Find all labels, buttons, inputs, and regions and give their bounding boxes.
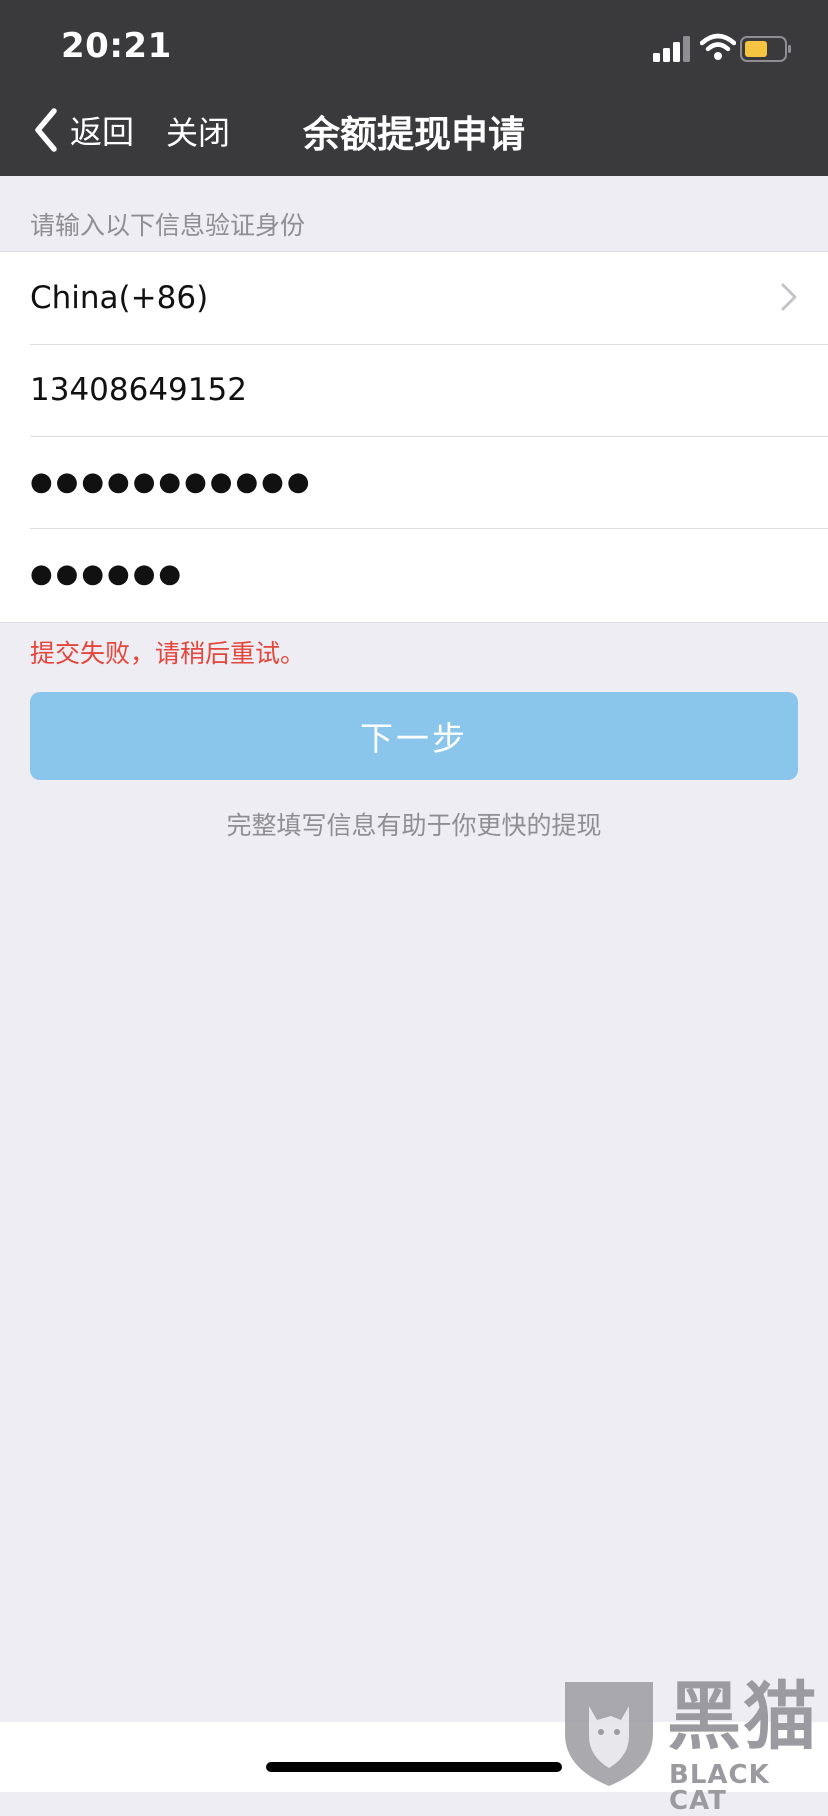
watermark-cn: 黑猫 (667, 1674, 819, 1760)
section-label: 请输入以下信息验证身份 (30, 211, 306, 240)
masked-value-2: ●●●●●● (30, 559, 185, 589)
home-indicator[interactable] (266, 1762, 562, 1772)
cellular-signal-icon (653, 36, 690, 62)
wifi-icon (700, 33, 736, 60)
battery-icon (740, 36, 791, 62)
masked-field-2[interactable]: ●●●●●● (30, 528, 828, 620)
helper-text: 完整填写信息有助于你更快的提现 (226, 811, 602, 840)
chevron-right-icon (781, 283, 797, 311)
masked-value-1: ●●●●●●●●●●● (30, 467, 313, 497)
next-button[interactable]: 下一步 (30, 692, 798, 780)
status-time: 20:21 (61, 26, 172, 66)
black-cat-shield-icon (565, 1682, 653, 1786)
phone-field[interactable]: 13408649152 (30, 344, 828, 437)
watermark: 黑猫 BLACK CAT (555, 1674, 828, 1814)
country-selector[interactable]: China(+86) (30, 252, 828, 345)
phone-value: 13408649152 (30, 372, 247, 408)
error-message: 提交失败，请稍后重试。 (30, 639, 306, 668)
country-value: China(+86) (30, 280, 209, 316)
top-header: 20:21 返回 关闭 余额提现申请 (0, 0, 828, 176)
watermark-en: BLACK CAT (669, 1760, 770, 1816)
verification-form: China(+86) 13408649152 ●●●●●●●●●●● ●●●●●… (0, 251, 828, 623)
masked-field-1[interactable]: ●●●●●●●●●●● (30, 436, 828, 529)
page-title: 余额提现申请 (303, 113, 525, 156)
